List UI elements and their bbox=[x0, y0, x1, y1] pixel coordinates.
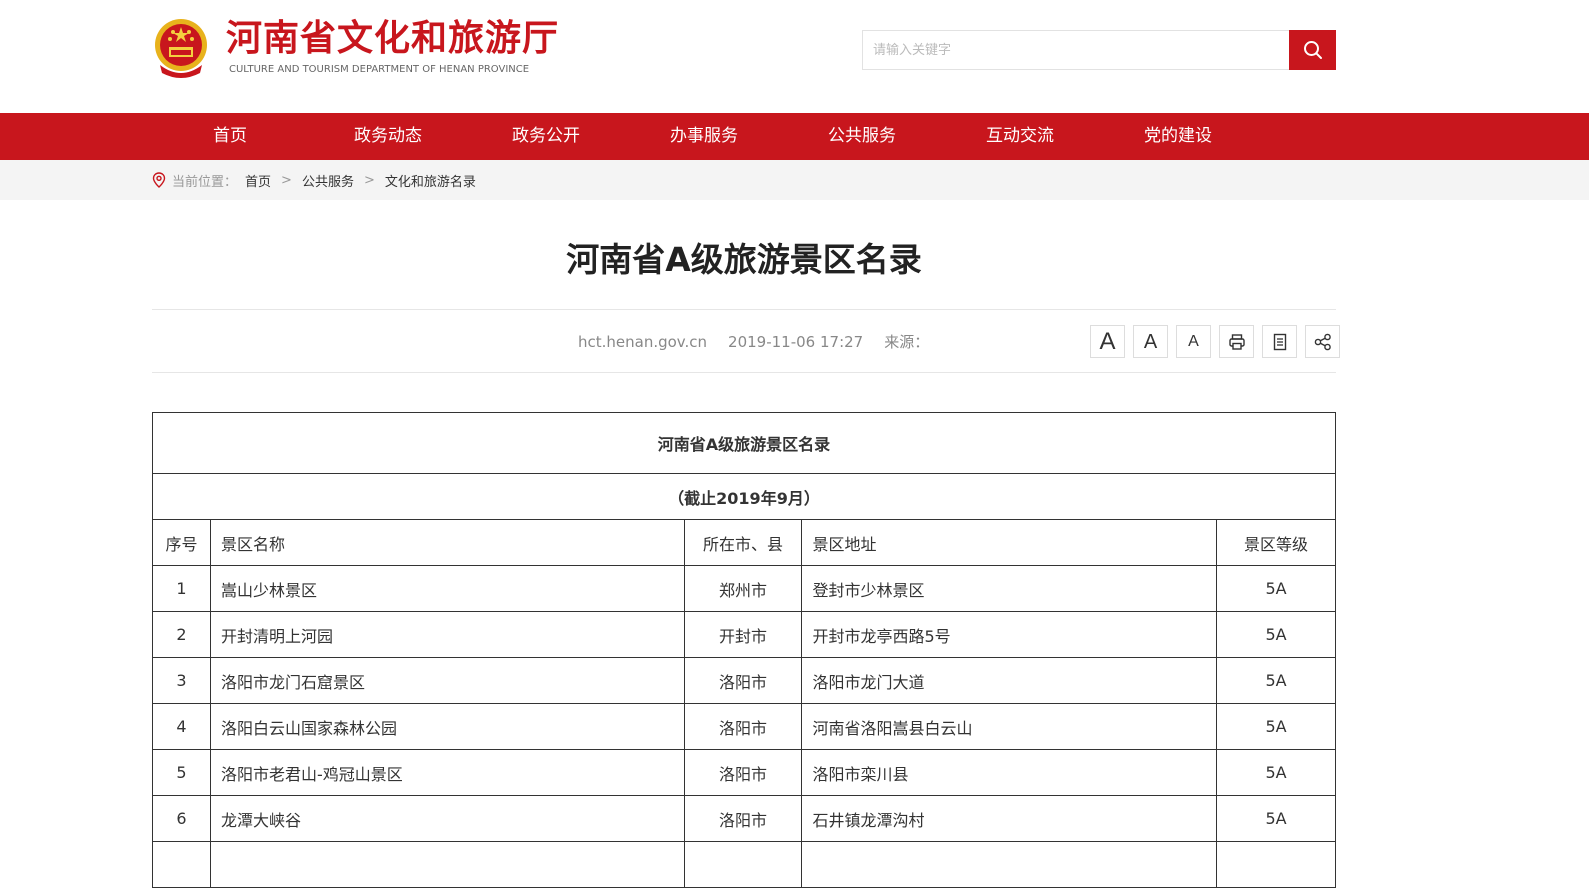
column-header-city: 所在市、县 bbox=[683, 519, 803, 566]
font-small-button[interactable]: A bbox=[1176, 325, 1211, 358]
cell-name: 嵩山少林景区 bbox=[209, 565, 685, 612]
location-pin-icon bbox=[152, 172, 166, 188]
nav-item-services[interactable]: 办事服务 bbox=[644, 113, 764, 160]
cell-grade: 5A bbox=[1216, 795, 1336, 842]
cell-address: 开封市龙亭西路5号 bbox=[801, 611, 1218, 658]
nav-item-public-services[interactable]: 公共服务 bbox=[802, 113, 922, 160]
column-header-no: 序号 bbox=[152, 519, 211, 566]
cell-no: 3 bbox=[152, 657, 211, 704]
search-button[interactable] bbox=[1289, 30, 1336, 70]
scenic-area-table: 河南省A级旅游景区名录 （截止2019年9月） 序号 景区名称 所在市、县 景区… bbox=[152, 412, 1336, 888]
font-large-icon: A bbox=[1099, 327, 1116, 355]
table-header-row: 序号 景区名称 所在市、县 景区地址 景区等级 bbox=[152, 519, 1336, 566]
print-button[interactable] bbox=[1219, 325, 1254, 358]
table-row: 2 开封清明上河园 开封市 开封市龙亭西路5号 5A bbox=[152, 611, 1336, 658]
font-small-icon: A bbox=[1188, 332, 1199, 350]
table-row: 3 洛阳市龙门石窟景区 洛阳市 洛阳市龙门大道 5A bbox=[152, 657, 1336, 704]
title-divider bbox=[152, 309, 1336, 310]
cell-name: 龙潭大峡谷 bbox=[209, 795, 685, 842]
cell-name: 洛阳白云山国家森林公园 bbox=[209, 703, 685, 750]
column-header-address: 景区地址 bbox=[801, 519, 1218, 566]
article-tools: A A A bbox=[1090, 325, 1348, 358]
cell-no: 2 bbox=[152, 611, 211, 658]
nav-item-government-news[interactable]: 政务动态 bbox=[328, 113, 448, 160]
cell-address: 河南省洛阳嵩县白云山 bbox=[801, 703, 1218, 750]
cell-name: 开封清明上河园 bbox=[209, 611, 685, 658]
table-row: 1 嵩山少林景区 郑州市 登封市少林景区 5A bbox=[152, 565, 1336, 612]
breadcrumb-current[interactable]: 文化和旅游名录 bbox=[385, 171, 476, 190]
search-icon bbox=[1303, 41, 1322, 59]
table-caption-row: 河南省A级旅游景区名录 bbox=[152, 412, 1336, 474]
main-nav: 首页 政务动态 政务公开 办事服务 公共服务 互动交流 党的建设 bbox=[0, 113, 1589, 160]
national-emblem-icon[interactable] bbox=[152, 17, 210, 79]
breadcrumb-label: 当前位置： bbox=[172, 174, 238, 190]
share-icon bbox=[1314, 333, 1331, 350]
cell-city: 洛阳市 bbox=[683, 703, 803, 750]
search-input[interactable] bbox=[862, 30, 1290, 70]
cell-grade: 5A bbox=[1216, 749, 1336, 796]
font-medium-button[interactable]: A bbox=[1133, 325, 1168, 358]
breadcrumb-separator: > bbox=[281, 172, 292, 188]
article-datetime: 2019-11-06 17:27 bbox=[728, 333, 864, 351]
column-header-name: 景区名称 bbox=[209, 519, 685, 566]
table-row: 5 洛阳市老君山-鸡冠山景区 洛阳市 洛阳市栾川县 5A bbox=[152, 749, 1336, 796]
document-button[interactable] bbox=[1262, 325, 1297, 358]
cell-city: 洛阳市 bbox=[683, 795, 803, 842]
article-source-label: 来源： bbox=[884, 333, 930, 351]
cell-no: 4 bbox=[152, 703, 211, 750]
font-medium-icon: A bbox=[1143, 330, 1158, 353]
breadcrumb: 当前位置： 首页 > 公共服务 > 文化和旅游名录 bbox=[152, 160, 476, 200]
cell-city: 洛阳市 bbox=[683, 749, 803, 796]
share-button[interactable] bbox=[1305, 325, 1340, 358]
nav-item-government-disclosure[interactable]: 政务公开 bbox=[486, 113, 606, 160]
table-subtitle: （截止2019年9月） bbox=[152, 473, 1336, 520]
nav-item-interaction[interactable]: 互动交流 bbox=[960, 113, 1080, 160]
site-title[interactable]: 河南省文化和旅游厅 bbox=[226, 18, 559, 60]
site-subtitle: CULTURE AND TOURISM DEPARTMENT OF HENAN … bbox=[229, 64, 530, 75]
breadcrumb-bar: 当前位置： 首页 > 公共服务 > 文化和旅游名录 bbox=[0, 160, 1589, 200]
font-large-button[interactable]: A bbox=[1090, 325, 1125, 358]
cell-address: 洛阳市龙门大道 bbox=[801, 657, 1218, 704]
breadcrumb-home[interactable]: 首页 bbox=[245, 171, 271, 190]
table-row: 6 龙潭大峡谷 洛阳市 石井镇龙潭沟村 5A bbox=[152, 795, 1336, 842]
breadcrumb-public-services[interactable]: 公共服务 bbox=[302, 171, 354, 190]
site-header: 河南省文化和旅游厅 CULTURE AND TOURISM DEPARTMENT… bbox=[0, 0, 1589, 113]
article-meta: hct.henan.gov.cn 2019-11-06 17:27 来源： bbox=[578, 330, 929, 354]
cell-city: 开封市 bbox=[683, 611, 803, 658]
cell-no: 6 bbox=[152, 795, 211, 842]
table-row: 4 洛阳白云山国家森林公园 洛阳市 河南省洛阳嵩县白云山 5A bbox=[152, 703, 1336, 750]
cell-grade: 5A bbox=[1216, 703, 1336, 750]
table-caption: 河南省A级旅游景区名录 bbox=[152, 412, 1336, 474]
cell-name: 洛阳市老君山-鸡冠山景区 bbox=[209, 749, 685, 796]
cell-city: 洛阳市 bbox=[683, 657, 803, 704]
column-header-grade: 景区等级 bbox=[1216, 519, 1336, 566]
cell-no: 1 bbox=[152, 565, 211, 612]
cell-address: 登封市少林景区 bbox=[801, 565, 1218, 612]
cell-grade: 5A bbox=[1216, 657, 1336, 704]
breadcrumb-separator: > bbox=[363, 172, 375, 188]
nav-item-home[interactable]: 首页 bbox=[170, 113, 290, 160]
cell-address: 石井镇龙潭沟村 bbox=[801, 795, 1218, 842]
cell-address: 洛阳市栾川县 bbox=[801, 749, 1218, 796]
article-site: hct.henan.gov.cn bbox=[578, 333, 708, 351]
cell-no: 5 bbox=[152, 749, 211, 796]
meta-divider bbox=[152, 372, 1336, 373]
cell-grade: 5A bbox=[1216, 611, 1336, 658]
table-subtitle-row: （截止2019年9月） bbox=[152, 473, 1336, 520]
article-title: 河南省A级旅游景区名录 bbox=[566, 240, 922, 279]
document-icon bbox=[1273, 333, 1286, 350]
cell-grade: 5A bbox=[1216, 565, 1336, 612]
cell-name: 洛阳市龙门石窟景区 bbox=[209, 657, 685, 704]
nav-item-party-building[interactable]: 党的建设 bbox=[1118, 113, 1238, 160]
print-icon bbox=[1228, 333, 1245, 350]
cell-city: 郑州市 bbox=[683, 565, 803, 612]
